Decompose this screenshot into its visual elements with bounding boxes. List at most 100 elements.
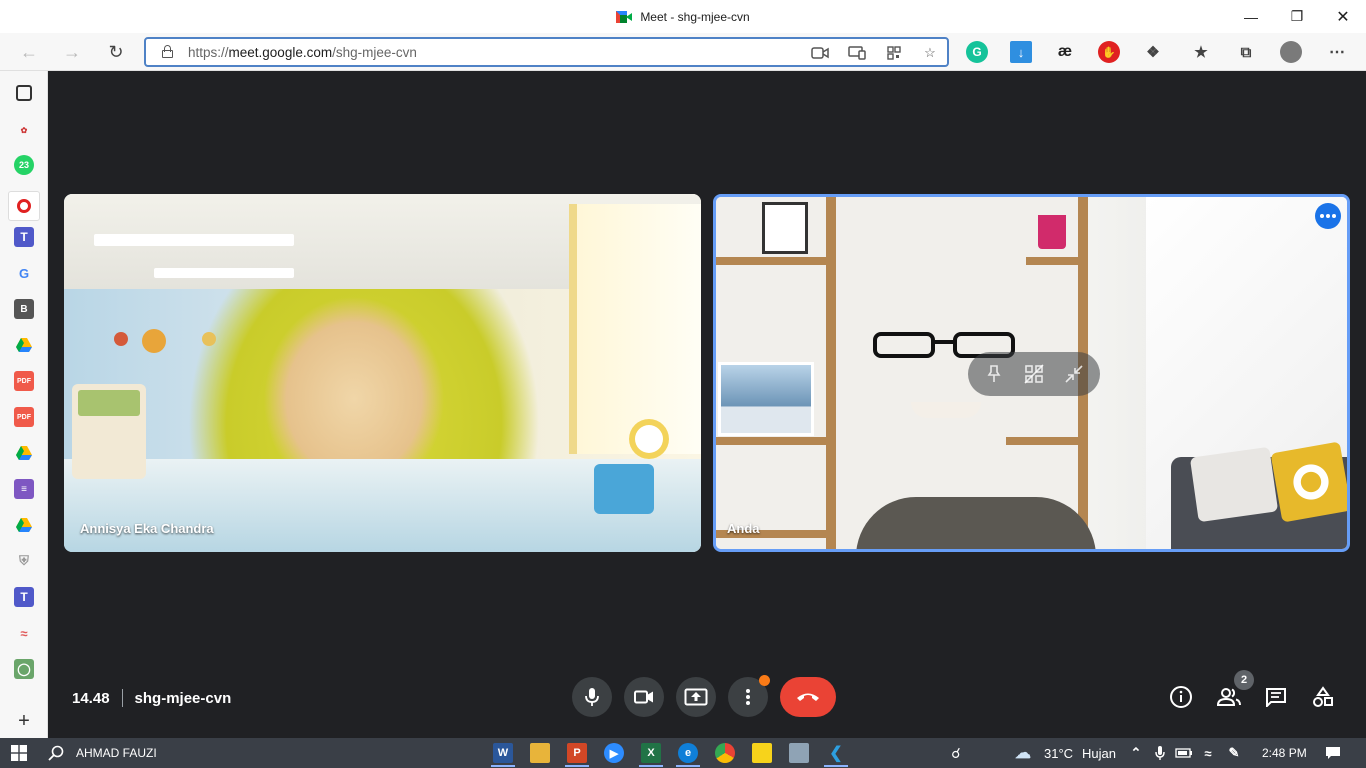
maximize-button[interactable]: ❐ — [1274, 0, 1320, 33]
photos-icon[interactable] — [789, 743, 809, 763]
meeting-details-button[interactable] — [1168, 684, 1194, 710]
notifications-icon[interactable] — [1323, 743, 1343, 763]
favorites-icon[interactable]: ★ — [1190, 41, 1212, 63]
clock[interactable]: 2:48 PM — [1262, 746, 1307, 760]
minimize-tile-icon[interactable] — [1060, 360, 1088, 388]
sticky-notes-icon[interactable] — [752, 743, 772, 763]
video-bg-flower — [629, 419, 669, 459]
close-button[interactable]: ✕ — [1320, 0, 1366, 33]
google-drive-icon-2[interactable] — [14, 443, 34, 463]
collections-icon[interactable]: ⧉ — [1235, 41, 1257, 63]
forward-arrow-icon[interactable]: → — [57, 37, 87, 67]
minimize-button[interactable]: — — [1228, 0, 1274, 33]
forms-icon[interactable]: ≡ — [14, 479, 34, 499]
search-icon[interactable] — [46, 743, 66, 763]
add-favorite-star-icon[interactable]: ☆ — [919, 43, 941, 63]
meeting-code: shg-mjee-cvn — [134, 689, 232, 707]
add-sidebar-icon[interactable]: + — [14, 710, 34, 732]
profile-avatar[interactable] — [1280, 41, 1302, 63]
chevron-up-icon[interactable]: ⌃ — [1126, 743, 1146, 763]
notification-dot — [759, 675, 770, 686]
pdf-icon[interactable]: PDF — [14, 371, 34, 391]
meeting-details: 14.48 shg-mjee-cvn — [72, 688, 231, 708]
shield-icon[interactable]: ⛨ — [14, 551, 34, 571]
video-bg-calculator — [72, 384, 146, 479]
pin-icon[interactable] — [980, 360, 1008, 388]
shield-green-icon[interactable]: ◯ — [14, 659, 34, 679]
participant-tile-self[interactable]: Anda — [713, 194, 1350, 552]
tile-more-options-button[interactable] — [1315, 203, 1341, 229]
qr-code-icon[interactable] — [883, 43, 905, 63]
grammarly-extension-icon[interactable]: G — [966, 41, 988, 63]
vscode-icon[interactable]: ❮ — [826, 743, 846, 763]
lock-icon[interactable] — [162, 45, 173, 58]
people-button[interactable]: 2 — [1216, 670, 1254, 710]
windows-start-icon[interactable] — [9, 743, 29, 763]
present-now-button[interactable] — [676, 677, 716, 717]
zoom-icon[interactable]: ▶ — [604, 743, 624, 763]
people-taskbar-icon[interactable]: ☌ — [946, 743, 966, 763]
microphone-tray-icon[interactable] — [1150, 743, 1170, 763]
leave-call-button[interactable] — [780, 677, 836, 717]
settings-more-icon[interactable]: ⋯ — [1326, 41, 1348, 63]
more-options-button[interactable] — [728, 675, 770, 717]
teams-icon-2[interactable]: T — [14, 587, 34, 607]
pen-icon[interactable]: ✎ — [1224, 743, 1244, 763]
back-arrow-icon[interactable]: ← — [14, 37, 44, 67]
weather-condition[interactable]: Hujan — [1082, 746, 1116, 761]
video-person-shirt — [856, 497, 1096, 549]
site-shortcut-icon[interactable]: ✿ — [14, 120, 34, 140]
address-bar[interactable]: https://meet.google.com/shg-mjee-cvn ☆ — [144, 37, 949, 67]
participant-tile-annisya[interactable]: Annisya Eka Chandra — [64, 194, 701, 552]
word-active-indicator — [491, 765, 515, 767]
wifi-app-icon[interactable]: ≈ — [14, 623, 34, 643]
microphone-button[interactable] — [572, 677, 612, 717]
cast-device-icon[interactable] — [846, 43, 868, 63]
battery-icon[interactable] — [1174, 743, 1194, 763]
window-title-bar: Meet - shg-mjee-cvn — ❐ ✕ — [0, 0, 1366, 33]
url-text[interactable]: https://meet.google.com/shg-mjee-cvn — [188, 45, 417, 60]
unpin-grid-icon[interactable] — [1020, 360, 1048, 388]
pdf-icon-2[interactable]: PDF — [14, 407, 34, 427]
camera-button[interactable] — [624, 677, 664, 717]
video-bg-plant — [1038, 215, 1066, 249]
teams-icon[interactable]: T — [14, 227, 34, 247]
taskbar-search-label[interactable]: AHMAD FAUZI — [76, 746, 157, 760]
browser-toolbar: ← → ↻ https://meet.google.com/shg-mjee-c… — [0, 33, 1366, 71]
tab-actions-icon[interactable] — [16, 85, 32, 101]
chrome-icon[interactable] — [715, 743, 735, 763]
info-icon — [1170, 686, 1192, 708]
activities-shapes-icon — [1313, 686, 1333, 707]
windows-taskbar: AHMAD FAUZI W P ▶ X e ❮ ☌ ☁ 31°C Hujan ⌃… — [0, 738, 1366, 768]
camera-in-use-icon[interactable] — [809, 43, 831, 63]
excel-icon[interactable]: X — [641, 743, 661, 763]
chat-button[interactable] — [1263, 684, 1289, 710]
word-icon[interactable]: W — [493, 743, 513, 763]
recorder-icon[interactable] — [8, 191, 40, 221]
video-bg-window — [569, 204, 701, 454]
activities-button[interactable] — [1310, 684, 1336, 710]
powerpoint-icon[interactable]: P — [567, 743, 587, 763]
adblock-hand-icon[interactable]: ✋ — [1098, 41, 1120, 63]
participants-count-badge: 2 — [1234, 670, 1254, 690]
video-bg-sea-picture — [718, 362, 814, 436]
video-person-smile — [911, 402, 981, 418]
edge-icon[interactable]: e — [678, 743, 698, 763]
download-extension-icon[interactable]: ↓ — [1010, 41, 1032, 63]
temperature[interactable]: 31°C — [1044, 746, 1073, 761]
refresh-icon[interactable]: ↻ — [101, 37, 131, 67]
file-explorer-icon[interactable] — [530, 743, 550, 763]
extensions-puzzle-icon[interactable]: ❖ — [1142, 41, 1164, 63]
weather-cloud-icon[interactable]: ☁ — [1013, 743, 1033, 763]
wifi-icon[interactable]: ≈ — [1198, 743, 1218, 763]
b-app-icon[interactable]: B — [14, 299, 34, 319]
whatsapp-icon[interactable]: 23 — [14, 155, 34, 175]
ae-extension-icon[interactable]: æ — [1054, 41, 1076, 63]
video-bg-planet-3 — [202, 332, 216, 346]
google-drive-icon[interactable] — [14, 335, 34, 355]
window-title: Meet - shg-mjee-cvn — [640, 9, 750, 24]
hang-up-phone-icon — [797, 693, 819, 701]
video-bg-planet-2 — [114, 332, 128, 346]
google-icon[interactable]: G — [14, 263, 34, 283]
google-drive-icon-3[interactable] — [14, 515, 34, 535]
